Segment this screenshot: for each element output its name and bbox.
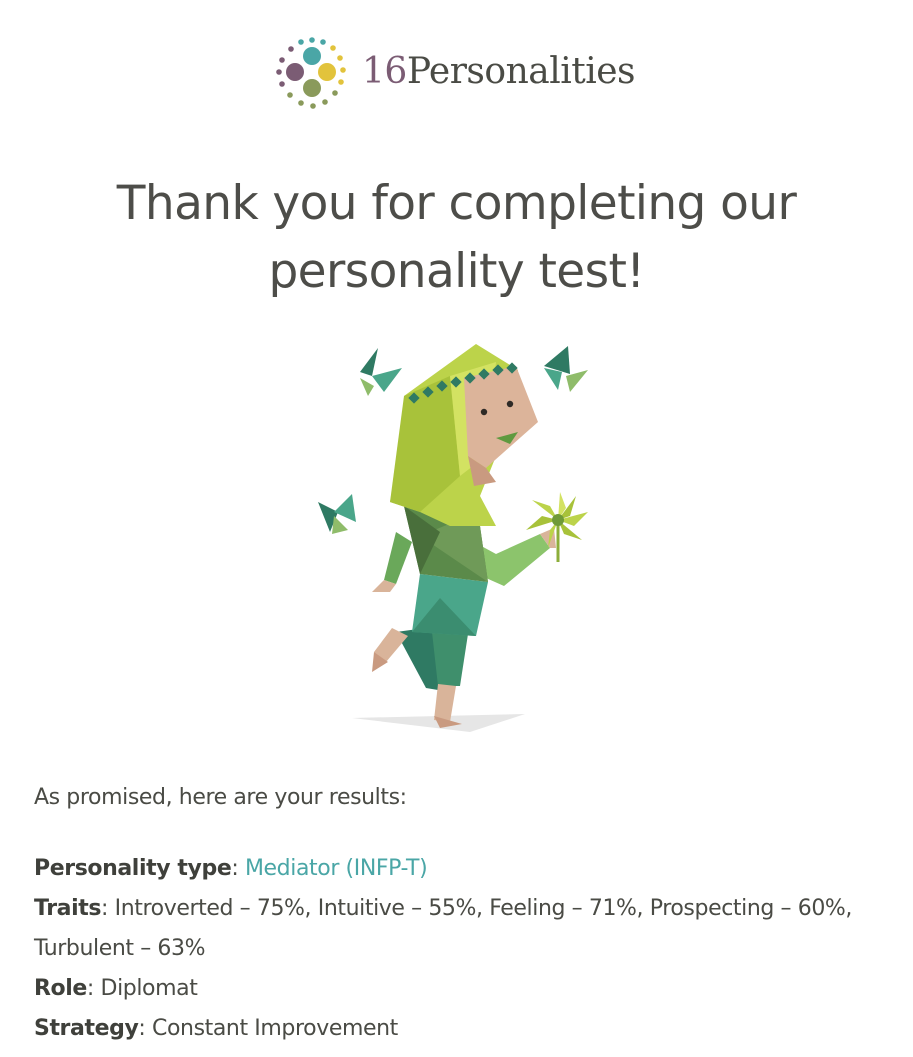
logo-wordmark: 16Personalities — [362, 48, 636, 96]
mediator-character-illustration-icon — [318, 344, 588, 732]
strategy-row: Strategy: Constant Improvement — [34, 1016, 398, 1041]
personality-type-row: Personality type: Mediator (INFP-T) — [34, 856, 428, 881]
traits-value: Introverted – 75%, Intuitive – 55%, Feel… — [34, 896, 853, 961]
logo-number: 16 — [362, 51, 407, 92]
traits-label: Traits — [34, 896, 102, 921]
logo-dots-icon — [276, 37, 346, 109]
role-label: Role — [34, 976, 87, 1001]
role-value: Diplomat — [100, 976, 198, 1001]
results-intro: As promised, here are your results: — [34, 785, 407, 810]
personality-type-label: Personality type — [34, 856, 232, 881]
strategy-label: Strategy — [34, 1016, 139, 1041]
butterfly-icon — [318, 494, 356, 534]
personality-type-link[interactable]: Mediator (INFP-T) — [245, 856, 428, 881]
traits-row: Traits: Introverted – 75%, Intuitive – 5… — [34, 896, 853, 961]
results-section: As promised, here are your results: Pers… — [34, 778, 854, 1049]
butterfly-icon — [544, 346, 588, 392]
butterfly-icon — [360, 348, 402, 396]
brand-logo[interactable]: 16Personalities — [272, 34, 672, 114]
page-title: Thank you for completing our personality… — [116, 176, 797, 299]
strategy-value: Constant Improvement — [152, 1016, 398, 1041]
role-row: Role: Diplomat — [34, 976, 198, 1001]
logo-word: Personalities — [406, 51, 636, 92]
